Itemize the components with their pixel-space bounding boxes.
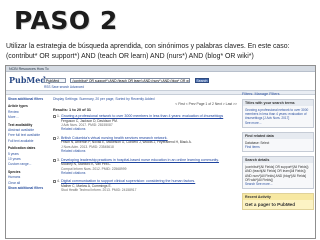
titles-box-header: Titles with your search terms (243, 100, 313, 106)
see-more-link[interactable]: See more... (245, 121, 311, 125)
search-details-links[interactable]: Search See more... (245, 182, 311, 186)
results-main: Display Settings: Summary, 20 per page, … (53, 97, 237, 197)
search-button[interactable]: Search (194, 78, 209, 83)
sidebar-item[interactable]: Full text available (8, 139, 50, 144)
result-item: 4. Digital communication to support clin… (53, 179, 237, 192)
pubmed-logo-text: PubMed (9, 75, 46, 85)
search-details-box: Search details (contribut*[All Fields] O… (242, 156, 314, 190)
database-select[interactable]: PubMed (44, 78, 66, 83)
search-input[interactable]: (contribut* OR support*) AND (teach OR l… (70, 78, 191, 83)
ncbi-topbar[interactable]: NCBI Resources How To (6, 66, 315, 72)
result-number: 4. (57, 179, 60, 184)
slide-title: PASO 2 (14, 6, 118, 35)
search-row: PubMed (contribut* OR support*) AND (tea… (44, 78, 209, 84)
result-title[interactable]: Growing a professional network to over 3… (61, 114, 237, 119)
titles-box: Titles with your search terms Growing a … (242, 99, 314, 128)
find-items-link[interactable]: Find items (245, 145, 311, 149)
result-source: Stud Health Technol Inform. 2013. PMID: … (61, 188, 137, 193)
titles-box-link[interactable]: Growing a professional network to over 3… (245, 108, 311, 121)
pubmed-screenshot: NCBI Resources How To PubMed.gov PubMed … (5, 65, 316, 239)
recent-activity-box: Recent Activity Get a pager to PubMed (242, 193, 314, 211)
related-data-header: Find related data (243, 132, 313, 139)
pager-promo[interactable]: Get a pager to PubMed (245, 202, 311, 207)
results-count: Results: 1 to 20 of 31 (53, 108, 91, 112)
related-data-box: Find related data Database: Select Find … (242, 131, 314, 153)
slide-instructions: Utilizar la estrategia de búsqueda apren… (6, 43, 290, 60)
result-item: 3. Developing leadership practices in ho… (53, 158, 237, 176)
result-item: 1. Growing a professional network to ove… (53, 114, 237, 132)
result-checkbox[interactable] (53, 115, 56, 118)
related-link[interactable]: Related citations (61, 149, 237, 153)
sidebar-item[interactable]: Show additional filters (8, 186, 50, 191)
result-checkbox[interactable] (53, 158, 56, 162)
right-column: Filters: Manage Filters Titles with your… (242, 92, 314, 214)
sidebar-item[interactable]: Custom range... (8, 162, 50, 167)
search-links[interactable]: RSS Save search Advanced (44, 85, 84, 89)
search-details-text[interactable]: (contribut*[All Fields] OR support*[All … (245, 165, 311, 182)
manage-filters-link[interactable]: Filters: Manage Filters (242, 92, 314, 96)
sidebar-item[interactable]: More ... (8, 115, 50, 120)
related-link[interactable]: Related citations (61, 171, 237, 175)
recent-activity-header: Recent Activity (243, 194, 313, 201)
result-number: 1. (57, 114, 60, 118)
pagination[interactable]: < First < Prev Page 1 of 2 Next > Last >… (53, 102, 237, 107)
filter-sidebar: Show additional filters Article types Re… (8, 97, 50, 192)
related-link[interactable]: Related citations (61, 127, 237, 131)
result-checkbox[interactable] (53, 180, 56, 184)
result-number: 2. (57, 135, 60, 140)
result-checkbox[interactable] (53, 136, 56, 140)
sidebar-item[interactable]: Show additional filters (8, 97, 50, 102)
search-details-header: Search details (243, 157, 313, 164)
pubmed-logo[interactable]: PubMed.gov (9, 75, 56, 87)
result-item: 2. British Columbia's virtual nursing he… (53, 136, 237, 154)
result-number: 3. (57, 157, 60, 162)
